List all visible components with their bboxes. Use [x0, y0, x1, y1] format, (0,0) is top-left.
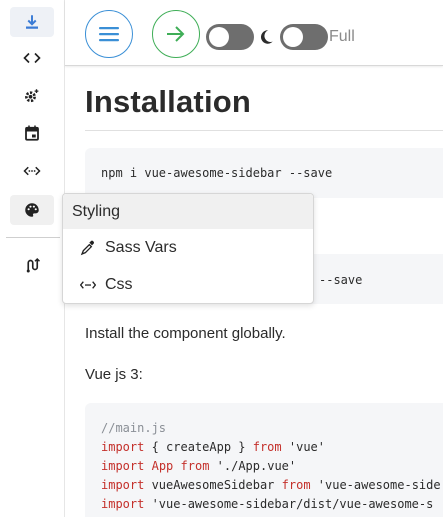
title-divider	[85, 130, 443, 131]
toggle-knob	[283, 27, 303, 47]
code-token: import	[101, 440, 145, 454]
menu-toggle-button[interactable]	[85, 10, 133, 58]
code-token: from	[281, 478, 311, 492]
code-token: 'vue-awesome-side	[310, 478, 441, 492]
code-token: vueAwesomeSidebar	[144, 478, 282, 492]
download-icon	[26, 15, 38, 29]
code-text: --save	[319, 273, 363, 287]
code-token: //main.js	[101, 421, 167, 435]
code-token: './App.vue'	[209, 459, 297, 473]
sidebar-item-calendar[interactable]	[10, 118, 54, 148]
submenu-item-label: Css	[105, 276, 133, 293]
submenu-item-css[interactable]: Css	[63, 267, 313, 303]
code-block-main-js: //main.js import { createApp } from 'vue'…	[85, 403, 443, 517]
sidebar-item-settings[interactable]	[10, 81, 54, 111]
full-mode-label: Full	[329, 28, 355, 45]
sidebar-item-styling[interactable]	[10, 195, 54, 225]
sidebar-item-route[interactable]	[10, 250, 54, 280]
dark-mode-toggle[interactable]	[206, 24, 254, 50]
submenu-item-label: Sass Vars	[105, 239, 177, 256]
code-token: App	[151, 459, 174, 473]
css-icon	[79, 276, 97, 294]
code-line: import App from './App.vue'	[101, 459, 296, 473]
sidebar-item-code-dots[interactable]	[10, 156, 54, 186]
code-dots-icon	[23, 166, 41, 176]
code-token: import	[101, 497, 145, 511]
code-token: from	[252, 440, 282, 454]
submenu-item-sass-vars[interactable]: Sass Vars	[63, 230, 313, 266]
code-line: //main.js	[101, 421, 166, 435]
styling-submenu: Styling Sass Vars Css	[62, 193, 314, 304]
code-token: 'vue'	[281, 440, 325, 454]
code-token: from	[180, 459, 210, 473]
moon-icon	[260, 30, 273, 44]
palette-icon	[25, 203, 39, 217]
code-text: npm i vue-awesome-sidebar --save	[101, 166, 333, 180]
sidebar-item-code[interactable]	[10, 43, 54, 73]
top-header: Full	[65, 0, 443, 66]
settings-icon	[25, 89, 39, 103]
code-token: import	[101, 478, 145, 492]
page-title: Installation	[85, 84, 252, 119]
code-token: import	[101, 459, 145, 473]
eyedropper-icon	[79, 239, 97, 257]
calendar-icon	[25, 125, 39, 141]
code-line: import vueAwesomeSidebar from 'vue-aweso…	[101, 478, 441, 492]
route-icon	[26, 257, 41, 273]
code-line: import 'vue-awesome-sidebar/dist/vue-awe…	[101, 497, 433, 511]
code-token: { createApp }	[144, 440, 253, 454]
arrow-right-icon	[167, 26, 185, 42]
sidebar-item-installation[interactable]	[10, 7, 54, 37]
sidebar	[0, 0, 65, 517]
code-token: 'vue-awesome-sidebar/dist/vue-awesome-s	[144, 497, 434, 511]
submenu-title: Styling	[72, 203, 121, 220]
code-icon	[23, 52, 41, 64]
paragraph-vue3: Vue js 3:	[85, 366, 143, 383]
go-forward-button[interactable]	[152, 10, 200, 58]
sidebar-divider	[6, 237, 60, 238]
code-line: import { createApp } from 'vue'	[101, 440, 325, 454]
toggle-knob	[209, 27, 229, 47]
hamburger-icon	[99, 27, 119, 42]
code-block-install: npm i vue-awesome-sidebar --save	[85, 148, 443, 198]
paragraph-install-global: Install the component globally.	[85, 325, 286, 342]
submenu-header[interactable]: Styling	[63, 194, 313, 229]
full-mode-toggle[interactable]	[280, 24, 328, 50]
